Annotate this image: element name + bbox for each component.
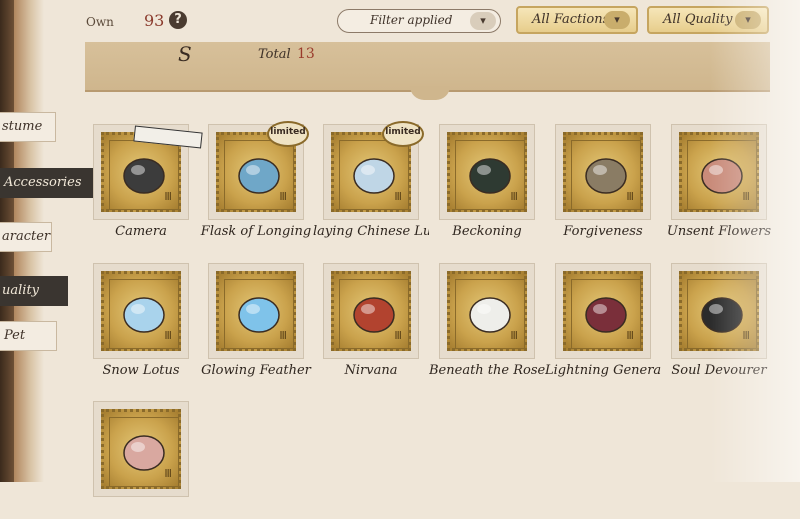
item-stamp: Ⅲ <box>671 263 767 359</box>
item-name: laying Chinese Lute <box>313 224 429 239</box>
item-name: Forgiveness <box>563 224 643 239</box>
total-count: 13 <box>297 46 315 62</box>
item-card[interactable]: Ⅲ Beckoning <box>439 124 539 242</box>
help-icon[interactable]: ? <box>169 11 187 29</box>
own-count: 93 <box>144 11 165 30</box>
item-stamp: Ⅲ <box>93 263 189 359</box>
chevron-down-icon: ▾ <box>604 11 630 29</box>
stamp-mark: Ⅲ <box>510 190 518 203</box>
item-name: Lightning Generator <box>545 363 661 378</box>
scythe-icon <box>701 297 743 333</box>
stamp-mark: Ⅲ <box>164 467 172 480</box>
factions-label: All Factions <box>532 12 610 27</box>
stamp-face: Ⅲ <box>679 132 759 212</box>
item-card[interactable]: Ⅲ Unsent Flowers <box>667 124 771 242</box>
item-name: Soul Devourer <box>671 363 767 378</box>
item-stamp: Ⅲ <box>671 124 767 220</box>
item-stamp: Ⅲ <box>439 263 535 359</box>
lotus-icon <box>123 297 165 333</box>
tab-quality[interactable]: uality <box>0 276 68 306</box>
item-name: Beckoning <box>452 224 522 239</box>
item-stamp: Ⅲ <box>555 124 651 220</box>
feather-icon <box>238 297 280 333</box>
tab-accessories[interactable]: Accessories <box>0 168 96 198</box>
tab-pet[interactable]: Pet <box>0 321 57 351</box>
item-name: Flask of Longing <box>200 224 312 239</box>
stamp-face: Ⅲ <box>101 271 181 351</box>
item-stamp: Ⅲ <box>93 124 203 220</box>
item-stamp: Ⅲ <box>208 263 304 359</box>
flowers-icon <box>701 158 743 194</box>
item-card[interactable]: Ⅲ Lightning Generator <box>545 263 661 381</box>
camera-icon <box>123 158 165 194</box>
stamp-mark: Ⅲ <box>164 190 172 203</box>
item-name: Glowing Feather <box>201 363 311 378</box>
factions-dropdown[interactable]: All Factions ▾ <box>516 6 638 34</box>
item-card[interactable]: Ⅲlimited laying Chinese Lute <box>313 121 429 242</box>
item-card[interactable]: Ⅲ Nirvana <box>323 263 423 381</box>
quality-label: All Quality <box>663 12 733 27</box>
item-card[interactable]: Ⅲ Glowing Feather <box>201 263 311 381</box>
item-stamp: Ⅲ <box>323 263 419 359</box>
stamp-mark: Ⅲ <box>742 190 750 203</box>
item-stamp: Ⅲlimited <box>208 121 309 220</box>
item-name: Snow Lotus <box>102 363 180 378</box>
banner-notch <box>410 86 450 100</box>
filter-button[interactable]: Filter applied ▾ <box>337 9 501 33</box>
stamp-mark: Ⅲ <box>279 190 287 203</box>
stamp-mark: Ⅲ <box>626 190 634 203</box>
stamp-mark: Ⅲ <box>164 329 172 342</box>
item-name: Camera <box>115 224 167 239</box>
item-card[interactable]: Ⅲ Snow Lotus <box>93 263 193 381</box>
item-name: Unsent Flowers <box>666 224 772 239</box>
item-card[interactable]: Ⅲ Beneath the Rose <box>429 263 545 381</box>
item-name: Nirvana <box>344 363 398 378</box>
stamp-mark: Ⅲ <box>742 329 750 342</box>
stamp-face: Ⅲ <box>447 132 527 212</box>
limited-badge: limited <box>382 121 424 147</box>
item-name: Beneath the Rose <box>429 363 545 378</box>
lantern-icon <box>469 158 511 194</box>
chevron-down-icon: ▾ <box>470 12 496 30</box>
stamp-face: Ⅲ <box>331 271 411 351</box>
item-card[interactable]: Ⅲ Soul Devourer <box>671 263 771 381</box>
flask-icon <box>238 158 280 194</box>
stamp-mark: Ⅲ <box>279 329 287 342</box>
stamp-mark: Ⅲ <box>626 329 634 342</box>
item-stamp: Ⅲ <box>439 124 535 220</box>
filter-label: Filter applied <box>370 13 453 27</box>
item-stamp: Ⅲlimited <box>323 121 424 220</box>
chevron-down-icon: ▾ <box>735 11 761 29</box>
stamp-face: Ⅲ <box>101 409 181 489</box>
item-card[interactable]: Ⅲ Camera <box>93 124 203 242</box>
tab-character[interactable]: aracter <box>0 222 52 252</box>
quality-dropdown[interactable]: All Quality ▾ <box>647 6 769 34</box>
item-stamp: Ⅲ <box>555 263 651 359</box>
staff-icon <box>585 158 627 194</box>
stamp-face: Ⅲ <box>563 132 643 212</box>
tab-costume[interactable]: stume <box>0 112 56 142</box>
ornament-icon <box>123 435 165 471</box>
item-stamp: Ⅲ <box>93 401 189 497</box>
own-label: Own <box>86 15 114 29</box>
stamp-face: Ⅲ <box>447 271 527 351</box>
rank-letter: S <box>178 42 192 66</box>
item-card[interactable]: Ⅲ <box>93 401 193 519</box>
generator-icon <box>585 297 627 333</box>
stamp-mark: Ⅲ <box>394 329 402 342</box>
stamp-face: Ⅲ <box>216 271 296 351</box>
stamp-face: Ⅲ <box>679 271 759 351</box>
item-card[interactable]: Ⅲ Forgiveness <box>555 124 655 242</box>
stamp-mark: Ⅲ <box>394 190 402 203</box>
stamp-face: Ⅲ <box>563 271 643 351</box>
lute-icon <box>353 158 395 194</box>
rose-icon <box>469 297 511 333</box>
item-card[interactable]: Ⅲlimited Flask of Longing <box>201 121 311 242</box>
stamp-mark: Ⅲ <box>510 329 518 342</box>
total-label: Total <box>258 47 291 62</box>
limited-badge: limited <box>267 121 309 147</box>
phoenix-icon <box>353 297 395 333</box>
